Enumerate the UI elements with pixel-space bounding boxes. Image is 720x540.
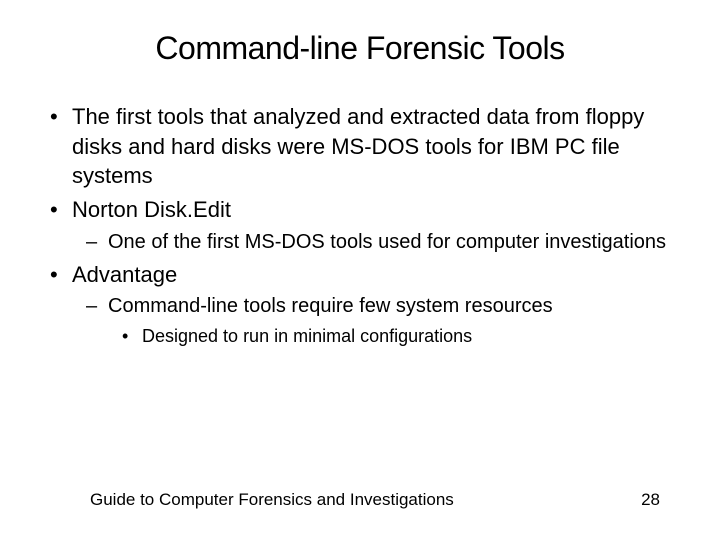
bullet-level1: Advantage [50,260,670,290]
slide-footer: Guide to Computer Forensics and Investig… [0,490,720,510]
page-number: 28 [641,490,660,510]
slide-content: The first tools that analyzed and extrac… [50,102,670,349]
bullet-level2: Command-line tools require few system re… [50,293,670,320]
slide-title: Command-line Forensic Tools [50,30,670,67]
bullet-level2: One of the first MS-DOS tools used for c… [50,229,670,256]
bullet-level3: Designed to run in minimal configuration… [50,324,670,348]
footer-text: Guide to Computer Forensics and Investig… [90,490,454,510]
bullet-level1: Norton Disk.Edit [50,195,670,225]
bullet-level1: The first tools that analyzed and extrac… [50,102,670,191]
slide: Command-line Forensic Tools The first to… [0,0,720,540]
